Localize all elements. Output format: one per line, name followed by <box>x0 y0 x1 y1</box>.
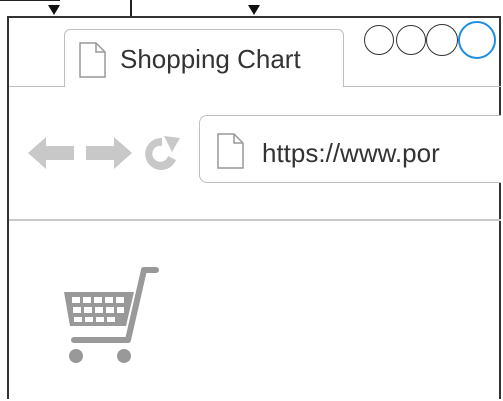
top-connector-divider <box>130 0 132 16</box>
tab-strip-line <box>344 86 501 87</box>
down-arrow-marker-right <box>248 5 260 15</box>
window-maximize-button[interactable] <box>458 21 496 59</box>
window-close-button[interactable] <box>364 25 394 55</box>
document-icon <box>216 133 244 174</box>
down-arrow-marker-left <box>48 5 60 15</box>
right-arrow-icon[interactable] <box>84 135 134 176</box>
shopping-cart-icon <box>60 264 160 373</box>
window-minimize-button[interactable] <box>396 25 426 55</box>
document-icon <box>78 42 106 83</box>
reload-icon[interactable] <box>142 134 184 179</box>
address-input[interactable]: https://www.por <box>262 136 501 170</box>
tab-title: Shopping Chart <box>120 44 301 74</box>
tab-strip-line <box>9 86 66 87</box>
window-extra-button[interactable] <box>426 24 458 56</box>
top-connector-line <box>0 0 60 1</box>
left-arrow-icon[interactable] <box>26 135 76 176</box>
toolbar-divider <box>9 219 501 221</box>
